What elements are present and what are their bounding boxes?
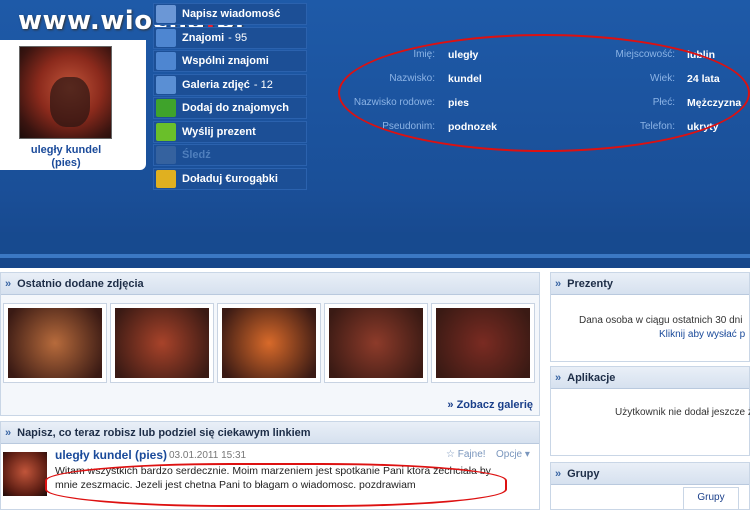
status-header: » Napisz, co teraz robisz lub podziel się… (1, 422, 539, 444)
section-title: Grupy (567, 467, 600, 480)
eye-icon (156, 146, 176, 164)
menu-item-label: Galeria zdjęć (182, 78, 250, 91)
profile-name-text: uległy kundel (30, 144, 102, 156)
section-title: Napisz, co teraz robisz lub podziel się … (17, 426, 311, 439)
section-title: Prezenty (567, 277, 613, 290)
gifts-info: Dana osoba w ciągu ostatnich 30 dni (579, 315, 743, 326)
menu-item-label: Wspólni znajomi (182, 55, 269, 67)
photo-thumbnail[interactable] (431, 303, 535, 383)
recent-photos-section: » Ostatnio dodane zdjęcia » Zobacz galeri… (0, 272, 540, 416)
people-icon (156, 28, 176, 47)
apps-info: Użytkownik nie dodał jeszcze ż (615, 407, 750, 418)
photo-thumbnail[interactable] (3, 303, 107, 383)
menu-item-label: Napisz wiadomość (182, 8, 281, 20)
photo-image (8, 308, 102, 378)
like-button[interactable]: ☆ Fajne! (446, 449, 486, 460)
add-friend-icon (156, 99, 176, 117)
section-title: Ostatnio dodane zdjęcia (17, 277, 144, 290)
section-arrow-icon: » (555, 277, 562, 290)
photo-image (222, 308, 316, 378)
gift-icon (156, 122, 176, 141)
photo-image (329, 308, 423, 378)
menu-item-label: Znajomi (182, 31, 225, 44)
photo-thumbnail[interactable] (324, 303, 428, 383)
header-divider (0, 254, 750, 258)
menu-item-label: Śledź (182, 149, 211, 161)
photo-image (115, 308, 209, 378)
post-author[interactable]: uległy kundel (pies) (55, 448, 167, 462)
recent-photos-header: » Ostatnio dodane zdjęcia (1, 273, 539, 295)
menu-item-gift[interactable]: Wyślij prezent (153, 120, 307, 143)
options-menu[interactable]: Opcje ▾ (496, 449, 530, 460)
gifts-header: » Prezenty (551, 273, 749, 295)
post-date: 03.01.2011 15:31 (169, 450, 247, 461)
photo-thumbnail[interactable] (110, 303, 214, 383)
menu-item-label: Wyślij prezent (182, 125, 256, 138)
section-arrow-icon: » (5, 277, 12, 290)
groups-header: » Grupy (551, 463, 749, 485)
photo-image (436, 308, 530, 378)
apps-section: » Aplikacje Użytkownik nie dodał jeszcze … (550, 366, 750, 456)
menu-item-gallery[interactable]: Galeria zdjęć - 12 (153, 73, 307, 96)
menu-item-envelope[interactable]: Napisz wiadomość (153, 3, 307, 25)
avatar[interactable] (19, 46, 112, 139)
menu-item-eye: Śledź (153, 144, 307, 166)
menu-item-count: - 95 (228, 31, 248, 44)
menu-item-people[interactable]: Znajomi - 95 (153, 26, 307, 49)
profile-card: uległy kundel (pies) (0, 40, 146, 170)
gallery-icon (156, 75, 176, 94)
header-band (0, 232, 750, 254)
see-gallery-link[interactable]: » Zobacz galerię (447, 399, 533, 411)
profile-nick: (pies) (51, 157, 81, 169)
section-title: Aplikacje (567, 371, 616, 384)
red-annotation-oval (45, 463, 507, 507)
menu-item-label: Doładuj €urogąbki (182, 172, 278, 185)
menu-item-count: - 12 (253, 78, 273, 91)
menu-item-add-friend[interactable]: Dodaj do znajomych (153, 97, 307, 119)
profile-name: uległy kundel (pies) (0, 144, 132, 170)
menu-item-label: Dodaj do znajomych (182, 102, 289, 114)
profile-action-menu: Napisz wiadomość Znajomi - 95 Wspólni znajo… (153, 3, 307, 191)
red-annotation-oval (338, 34, 750, 152)
mutual-friends-icon (156, 52, 176, 70)
menu-item-euro[interactable]: Doładuj €urogąbki (153, 167, 307, 190)
send-gift-link[interactable]: Kliknij aby wysłać p (659, 329, 745, 340)
groups-tab[interactable]: Grupy (683, 487, 739, 509)
gifts-section: » Prezenty Dana osoba w ciągu ostatnich 3… (550, 272, 750, 362)
section-arrow-icon: » (555, 371, 562, 384)
section-arrow-icon: » (555, 467, 562, 480)
apps-header: » Aplikacje (551, 367, 749, 389)
photo-thumbnail[interactable] (217, 303, 321, 383)
groups-section: » Grupy Grupy (550, 462, 750, 510)
post-avatar[interactable] (3, 452, 47, 496)
section-arrow-icon: » (5, 426, 12, 439)
envelope-icon (156, 5, 176, 23)
euro-icon (156, 169, 176, 188)
menu-item-mutual-friends[interactable]: Wspólni znajomi (153, 50, 307, 72)
